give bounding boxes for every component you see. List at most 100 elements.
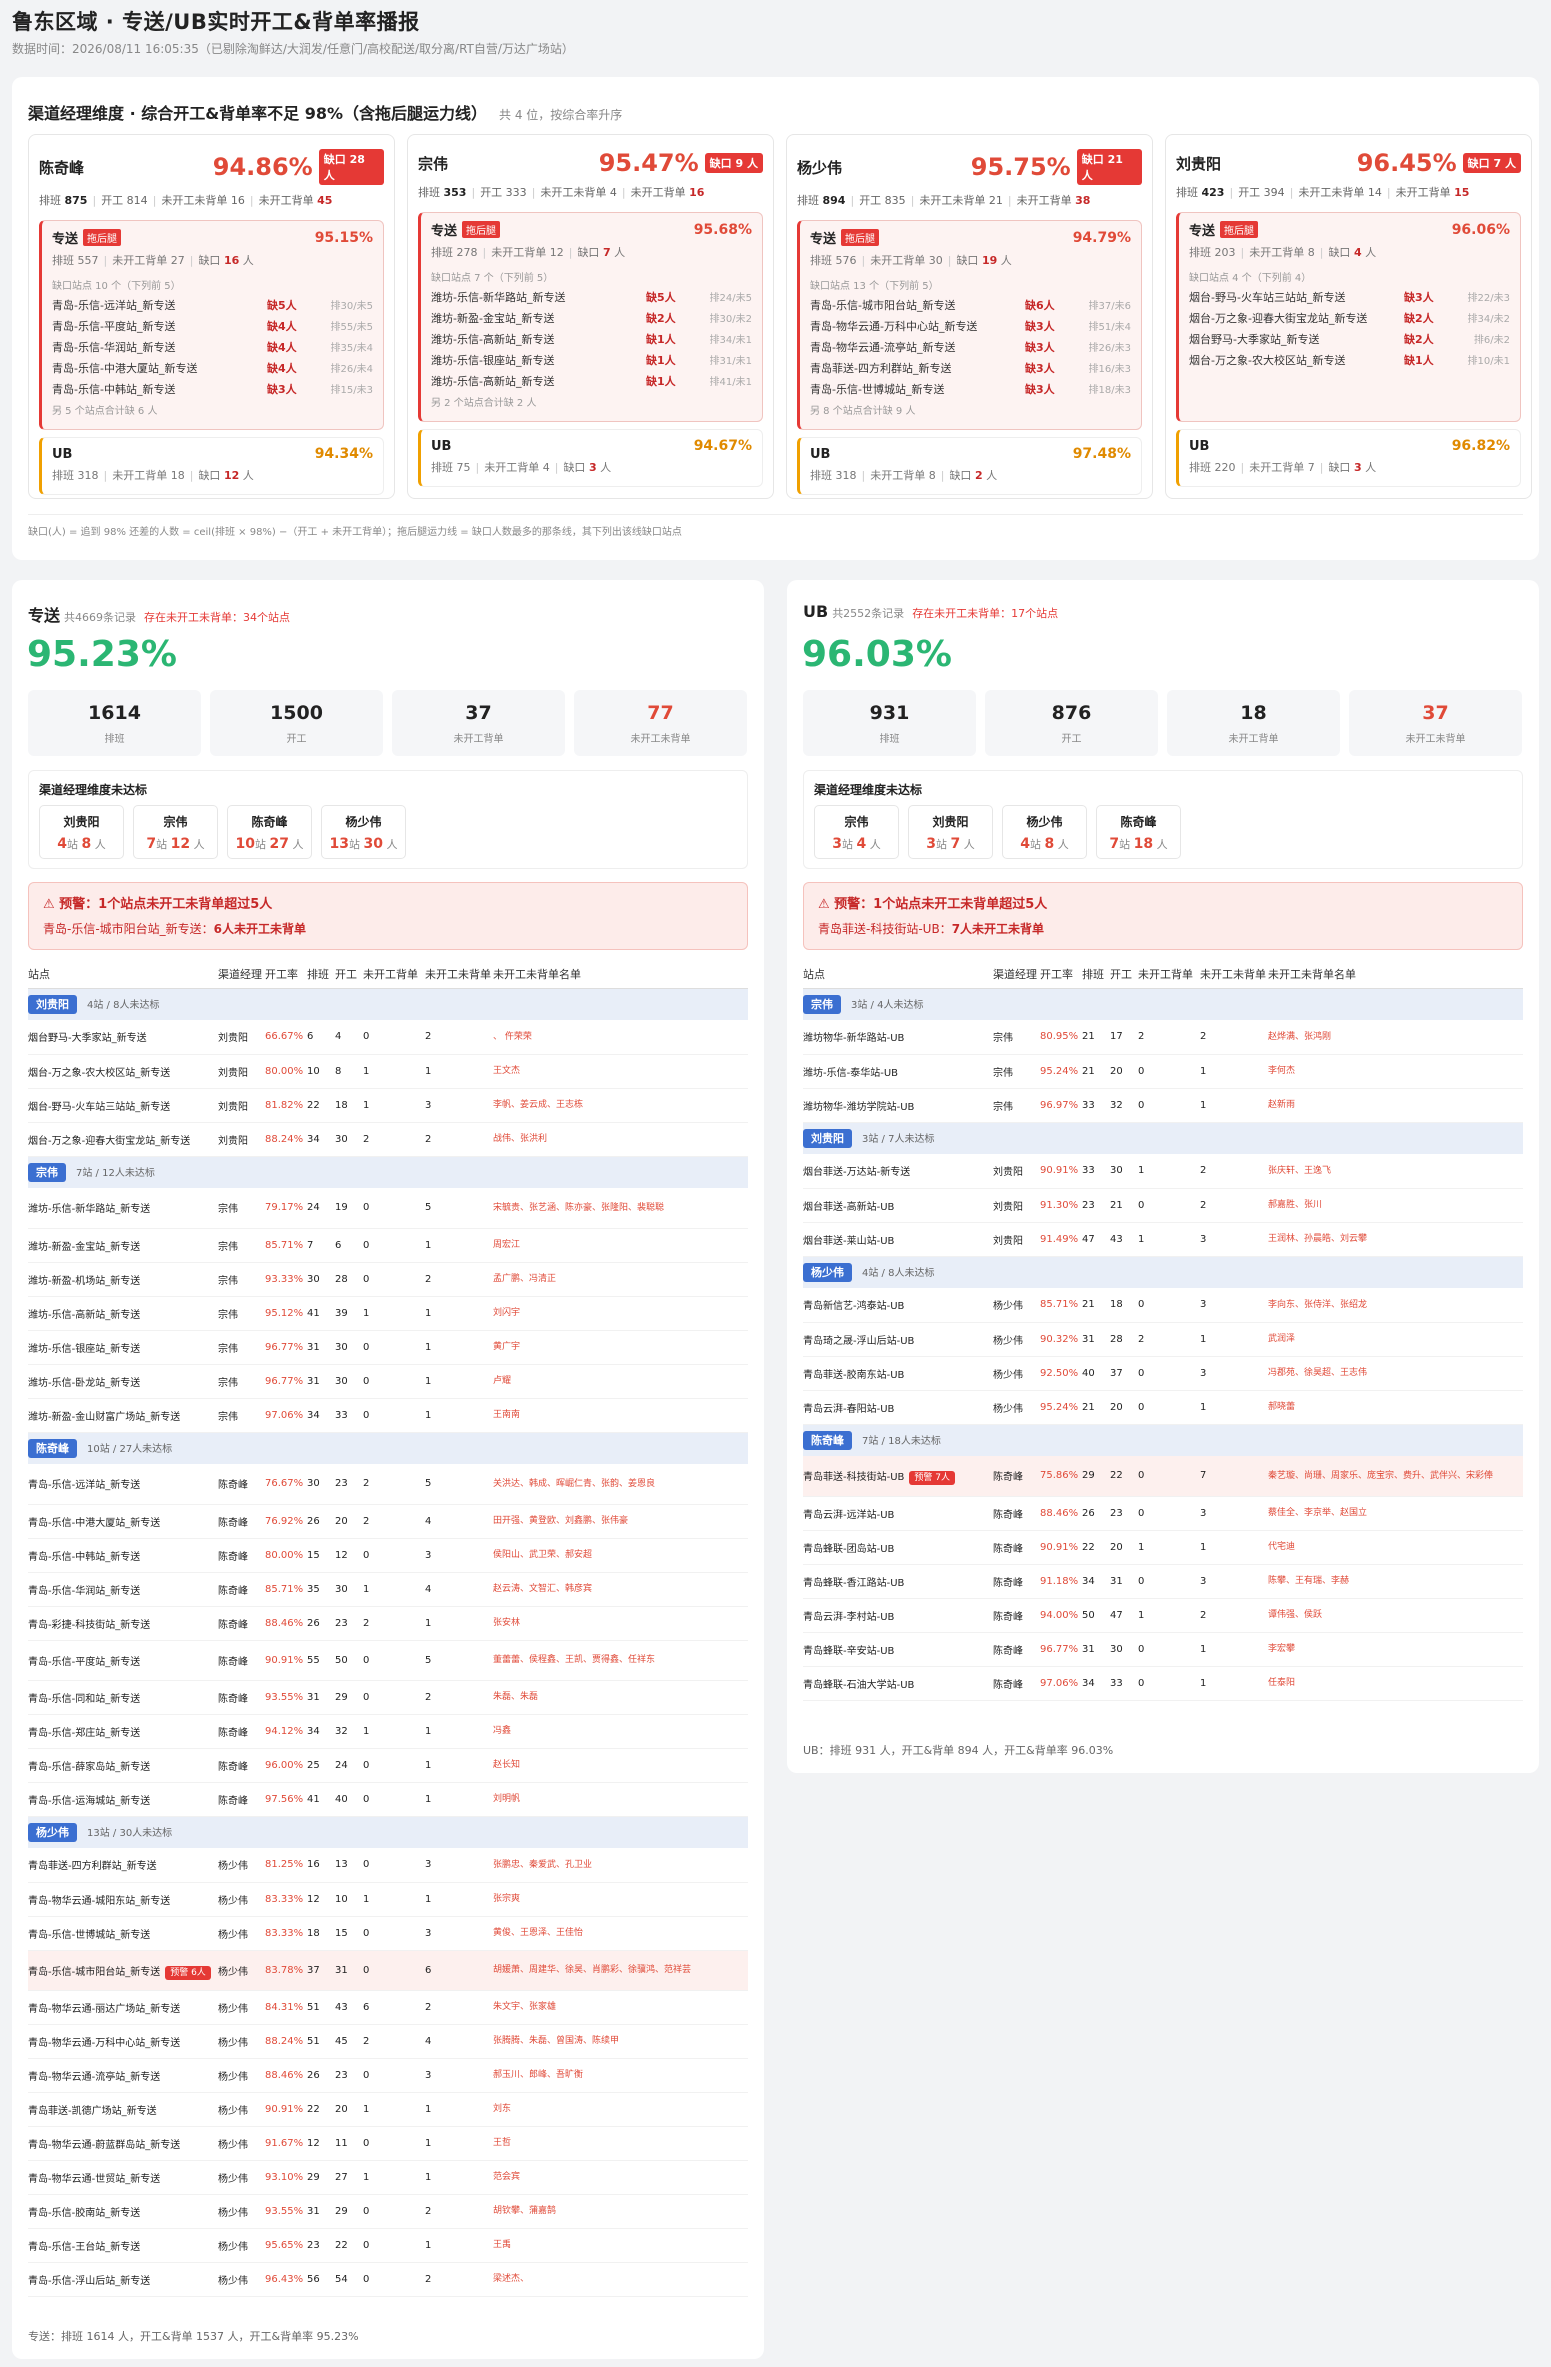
gap-value: 7 — [602, 246, 611, 259]
rate-cell: 96.00% — [265, 1748, 307, 1783]
num-cell: 1 — [1200, 1530, 1268, 1565]
group-cell: 刘贵阳 3站 / 7人未达标 — [803, 1122, 1523, 1154]
manager-cell: 宗伟 — [218, 1228, 265, 1263]
group-row: 杨少伟 4站 / 8人未达标 — [803, 1256, 1523, 1288]
channel-stats: 排班 557 | 未开工背单 27 | 缺口 16 人 — [52, 254, 254, 267]
station-ratio: 排34/未1 — [709, 335, 752, 346]
num-cell: 51 — [307, 1990, 335, 2025]
num-cell: 29 — [335, 2194, 363, 2229]
page-title: 鲁东区域 · 专送/UB实时开工&背单率播报 — [12, 10, 420, 34]
manager-card[interactable]: 陈奇峰 94.86% 缺口 28 人排班 875 | 开工 814 | 未开工未背单 16 |… — [28, 134, 395, 499]
chip-values: 4站 8 人 — [1020, 836, 1069, 852]
num-cell: 3 — [1200, 1222, 1268, 1257]
num-cell: 2 — [425, 1680, 493, 1715]
manager-chip[interactable]: 杨少伟 13站 30 人 — [321, 805, 406, 859]
manager-chip[interactable]: 宗伟 7站 12 人 — [133, 805, 218, 859]
column-header: 渠道经理 — [993, 960, 1040, 989]
num-cell: 0 — [1138, 1356, 1200, 1391]
manager-card[interactable]: 刘贵阳 96.45% 缺口 7 人排班 423 | 开工 394 | 未开工未背单 14 | 未… — [1165, 134, 1532, 499]
station-ratio: 排37/未6 — [1088, 301, 1131, 312]
group-row: 刘贵阳 4站 / 8人未达标 — [28, 988, 748, 1020]
gap-station-row: 青岛-乐信-中韩站_新专送 缺3人 排15/未3 — [52, 381, 373, 397]
table-row: 烟台野马-大季家站_新专送 刘贵阳 66.67% 6 4 0 2、 仵荣荣 — [28, 1020, 748, 1055]
manager-name: 杨少伟 — [797, 158, 843, 177]
names-cell: 赵新雨 — [1268, 1088, 1523, 1123]
group-cell: 陈奇峰 10站 / 27人未达标 — [28, 1432, 748, 1464]
record-count: 共2552条记录 — [832, 607, 905, 620]
rate-cell: 93.33% — [265, 1262, 307, 1297]
num-cell: 34 — [307, 1398, 335, 1433]
names-cell: 冯郡苑、徐昊超、王志伟 — [1268, 1356, 1523, 1391]
num-cell: 2 — [1200, 1188, 1268, 1223]
num-cell: 0 — [1138, 1456, 1200, 1497]
table-row: 潍坊-新盈-金山财富广场站_新专送 宗伟 97.06% 34 33 0 1 王南南 — [28, 1398, 748, 1433]
rate-cell: 90.91% — [1040, 1154, 1082, 1189]
table-row: 青岛-乐信-薛家岛站_新专送 陈奇峰 96.00% 25 24 0 1 赵长知 — [28, 1748, 748, 1783]
manager-cell: 杨少伟 — [218, 2024, 265, 2059]
table-row: 青岛蜂联-香江路站-UB 陈奇峰 91.18% 34 31 0 3 陈攀、王有瑞、李赫 — [803, 1564, 1523, 1599]
manager-chip[interactable]: 宗伟 3站 4 人 — [814, 805, 899, 859]
num-cell: 6 — [363, 1990, 425, 2025]
station-cell: 潍坊-乐信-高新站_新专送 — [28, 1296, 218, 1331]
station-gap: 缺3人 — [1025, 320, 1055, 333]
station-ratio: 排34/未2 — [1467, 314, 1510, 325]
station-gap: 缺3人 — [1404, 291, 1434, 304]
num-cell: 26 — [1082, 1496, 1110, 1531]
channel-name: 专送 — [431, 224, 458, 239]
num-cell: 2 — [1200, 1020, 1268, 1055]
table-row: 青岛蜂联-辛安站-UB 陈奇峰 96.77% 31 30 0 1 李宏攀 — [803, 1632, 1523, 1667]
chip-people: 8 — [1044, 836, 1055, 852]
chip-name: 宗伟 — [844, 815, 869, 829]
table-row: 青岛蜂联-石油大学站-UB 陈奇峰 97.06% 34 33 0 1 任泰阳 — [803, 1666, 1523, 1701]
manager-chip[interactable]: 刘贵阳 4站 8 人 — [39, 805, 124, 859]
manager-cell: 宗伟 — [218, 1296, 265, 1331]
manager-chip[interactable]: 陈奇峰 10站 27 人 — [227, 805, 312, 859]
num-cell: 43 — [335, 1990, 363, 2025]
num-cell: 7 — [1200, 1456, 1268, 1497]
separator: | — [1240, 246, 1245, 259]
rate-cell: 81.25% — [265, 1848, 307, 1883]
manager-card[interactable]: 杨少伟 95.75% 缺口 21 人排班 894 | 开工 835 | 未开工未背单 21 |… — [786, 134, 1153, 499]
manager-card[interactable]: 宗伟 95.47% 缺口 9 人排班 353 | 开工 333 | 未开工未背单 4 | 未开工… — [407, 134, 774, 499]
manager-chip[interactable]: 陈奇峰 7站 18 人 — [1096, 805, 1181, 859]
names-cell: 陈攀、王有瑞、李赫 — [1268, 1564, 1523, 1599]
sched-value: 353 — [443, 186, 467, 199]
alert-title: ⚠ 预警：1个站点未开工未背单超过5人 — [818, 897, 1048, 912]
names-cell: 刘闪宇 — [493, 1296, 748, 1331]
table-row: 青岛云湃-李村站-UB 陈奇峰 94.00% 50 47 1 2 谭伟强、侯跃 — [803, 1598, 1523, 1633]
page-header: 鲁东区域 · 专送/UB实时开工&背单率播报 数据时间：2026/08/11 1… — [12, 8, 574, 57]
num-cell: 43 — [1110, 1222, 1138, 1257]
kpi-card: 931 排班 — [803, 690, 976, 756]
num-cell: 13 — [335, 1848, 363, 1883]
num-cell: 16 — [307, 1848, 335, 1883]
num-cell: 33 — [1110, 1666, 1138, 1701]
num-cell: 2 — [1200, 1154, 1268, 1189]
table-header-row: 站点 渠道经理 开工率 排班 开工 未开工背单 未开工未背单 未开工未背单名单 — [803, 960, 1523, 989]
chip-people: 30 — [363, 836, 383, 852]
num-cell: 2 — [425, 2194, 493, 2229]
names-cell: 、 仵荣荣 — [493, 1020, 748, 1055]
station-cell: 青岛-彩捷-科技街站_新专送 — [28, 1606, 218, 1641]
station-cell: 潍坊-乐信-卧龙站_新专送 — [28, 1364, 218, 1399]
station-cell: 青岛-乐信-华润站_新专送 — [28, 1572, 218, 1607]
rate-cell: 94.12% — [265, 1714, 307, 1749]
rate-cell: 85.71% — [1040, 1288, 1082, 1323]
num-cell: 32 — [335, 1714, 363, 1749]
ub-gap-value: 3 — [1353, 461, 1362, 474]
num-cell: 22 — [307, 1088, 335, 1123]
rate-cell: 90.91% — [265, 1640, 307, 1681]
num-cell: 1 — [363, 2092, 425, 2127]
station-gap: 缺5人 — [267, 299, 297, 312]
num-cell: 27 — [335, 2160, 363, 2195]
ub-stats: 排班 318 | 未开工背单 8 | 缺口 2 人 — [810, 469, 998, 482]
manager-chip[interactable]: 杨少伟 4站 8 人 — [1002, 805, 1087, 859]
table-row: 潍坊-乐信-新华路站_新专送 宗伟 79.17% 24 19 0 5 宋毓贵、张艺涵、陈亦豪、… — [28, 1188, 748, 1229]
manager-chip[interactable]: 刘贵阳 3站 7 人 — [908, 805, 993, 859]
station-gap: 缺2人 — [1404, 333, 1434, 346]
num-cell: 0 — [1138, 1496, 1200, 1531]
num-cell: 1 — [425, 1330, 493, 1365]
rate-cell: 90.32% — [1040, 1322, 1082, 1357]
gap-station-row: 潍坊-新盈-金宝站_新专送 缺2人 排30/未2 — [431, 310, 752, 326]
rate-cell: 83.33% — [265, 1916, 307, 1951]
group-summary: 7站 / 12人未达标 — [76, 1168, 155, 1180]
